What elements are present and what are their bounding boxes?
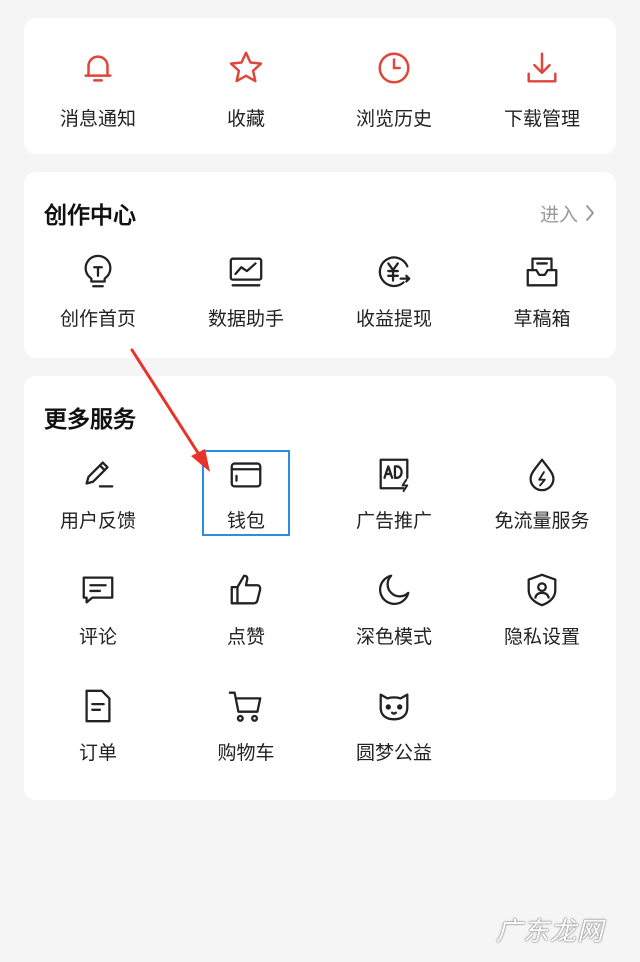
creation-label: 数据助手	[207, 308, 284, 330]
shortcut-favorites[interactable]: 收藏	[172, 48, 320, 138]
more-services-grid: 用户反馈 钱包 广告推广 免流量服务 评论 点赞 深色模式 隐私设置 订单 购物…	[24, 450, 616, 802]
shortcut-label: 消息通知	[59, 108, 136, 130]
service-label: 用户反馈	[59, 510, 136, 532]
chart-monitor-icon	[226, 252, 266, 292]
yen-withdraw-icon	[374, 252, 414, 292]
enter-label: 进入	[539, 203, 578, 226]
moon-icon	[374, 570, 414, 610]
service-label: 购物车	[217, 742, 275, 764]
order-doc-icon	[78, 686, 118, 726]
comment-icon	[78, 570, 118, 610]
service-cart[interactable]: 购物车	[172, 686, 320, 802]
flow-drop-icon	[522, 454, 562, 494]
service-likes[interactable]: 点赞	[172, 570, 320, 686]
thumbs-up-icon	[226, 570, 266, 610]
shortcut-label: 收藏	[226, 108, 265, 130]
creation-label: 收益提现	[355, 308, 432, 330]
service-feedback[interactable]: 用户反馈	[24, 454, 172, 570]
service-label: 点赞	[226, 626, 265, 648]
download-icon	[522, 48, 562, 88]
creation-withdraw[interactable]: 收益提现	[320, 252, 468, 368]
service-wallet[interactable]: 钱包	[172, 450, 320, 570]
top-shortcuts-card: 消息通知 收藏 浏览历史 下载管理	[24, 18, 616, 154]
draft-box-icon	[522, 252, 562, 292]
section-title: 更多服务	[44, 407, 136, 433]
service-privacy[interactable]: 隐私设置	[468, 570, 616, 686]
watermark: 广东龙网	[495, 917, 604, 947]
service-label: 圆梦公益	[355, 742, 432, 764]
wallet-icon	[226, 454, 266, 494]
service-label: 免流量服务	[494, 510, 590, 532]
enter-link[interactable]: 进入	[540, 200, 596, 227]
chevron-right-icon	[586, 205, 594, 221]
shortcut-notifications[interactable]: 消息通知	[24, 48, 172, 138]
shield-user-icon	[522, 570, 562, 610]
service-dark-mode[interactable]: 深色模式	[320, 570, 468, 686]
creation-drafts[interactable]: 草稿箱	[468, 252, 616, 368]
service-label: 广告推广	[355, 510, 432, 532]
service-label: 深色模式	[355, 626, 432, 648]
shortcut-label: 下载管理	[503, 108, 580, 130]
cart-icon	[226, 686, 266, 726]
pencil-feedback-icon	[78, 454, 118, 494]
service-label: 评论	[78, 626, 117, 648]
more-services-card: 更多服务 用户反馈 钱包 广告推广 免流量服务 评论 点赞 深色模式 隐私设置 …	[24, 376, 616, 800]
service-label: 订单	[78, 742, 117, 764]
shortcut-history[interactable]: 浏览历史	[320, 48, 468, 138]
creation-home[interactable]: 创作首页	[24, 252, 172, 368]
ad-icon	[374, 454, 414, 494]
creation-data-assistant[interactable]: 数据助手	[172, 252, 320, 368]
section-title: 创作中心	[44, 203, 136, 229]
shortcut-label: 浏览历史	[355, 108, 432, 130]
service-ads[interactable]: 广告推广	[320, 454, 468, 570]
service-free-data[interactable]: 免流量服务	[468, 454, 616, 570]
creation-center-card: 创作中心 进入 创作首页 数据助手 收益提现 草稿箱	[24, 172, 616, 358]
creation-label: 创作首页	[59, 308, 136, 330]
clock-icon	[374, 48, 414, 88]
shortcut-downloads[interactable]: 下载管理	[468, 48, 616, 138]
service-orders[interactable]: 订单	[24, 686, 172, 802]
service-comments[interactable]: 评论	[24, 570, 172, 686]
service-label: 钱包	[226, 510, 265, 532]
creation-label: 草稿箱	[513, 308, 571, 330]
lightbulb-icon	[78, 252, 118, 292]
bell-icon	[78, 48, 118, 88]
cat-face-icon	[374, 686, 414, 726]
creation-center-header: 创作中心 进入	[44, 196, 596, 230]
service-charity[interactable]: 圆梦公益	[320, 686, 468, 802]
star-icon	[226, 48, 266, 88]
top-shortcuts-grid: 消息通知 收藏 浏览历史 下载管理	[24, 48, 616, 138]
more-services-header: 更多服务	[44, 400, 596, 434]
creation-grid: 创作首页 数据助手 收益提现 草稿箱	[24, 252, 616, 368]
service-label: 隐私设置	[503, 626, 580, 648]
